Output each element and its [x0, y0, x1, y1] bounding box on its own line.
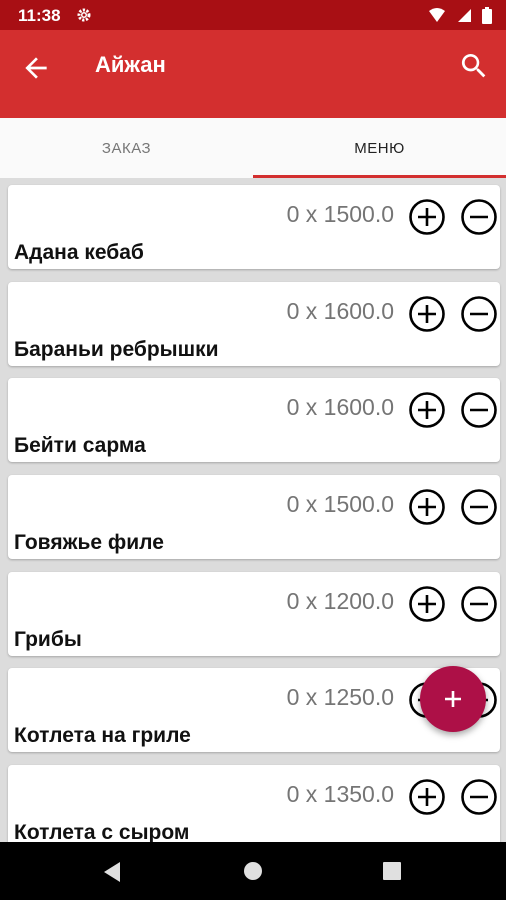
quantity-price: 0 x 1500.0 [286, 201, 394, 227]
menu-item-card[interactable]: 0 x 1500.0 Говяжье филе [8, 475, 500, 559]
gear-icon [76, 7, 92, 28]
back-button[interactable] [20, 52, 52, 84]
increase-button[interactable] [408, 198, 446, 236]
minus-circle-icon [461, 489, 497, 525]
menu-item-name: Котлета на гриле [14, 724, 191, 747]
decrease-button[interactable] [460, 488, 498, 526]
increase-button[interactable] [408, 488, 446, 526]
decrease-button[interactable] [460, 198, 498, 236]
add-fab-button[interactable] [420, 666, 486, 732]
menu-item-card[interactable]: 0 x 1600.0 Бейти сарма [8, 378, 500, 462]
nav-home-icon[interactable] [243, 861, 263, 886]
decrease-button[interactable] [460, 778, 498, 816]
plus-circle-icon [409, 296, 445, 332]
search-icon [461, 54, 486, 78]
quantity-price: 0 x 1600.0 [286, 394, 394, 420]
menu-item-name: Котлета с сыром [14, 821, 190, 842]
plus-icon [445, 691, 461, 707]
menu-item-card[interactable]: 0 x 1350.0 Котлета с сыром [8, 765, 500, 842]
minus-circle-icon [461, 779, 497, 815]
arrow-back-icon [25, 57, 47, 79]
menu-list[interactable]: 0 x 1500.0 Адана кебаб 0 x 1600.0 Барань… [0, 178, 506, 842]
plus-circle-icon [409, 392, 445, 428]
menu-item-card[interactable]: 0 x 1200.0 Грибы [8, 572, 500, 656]
app-bar: Айжан [0, 30, 506, 118]
system-nav-bar [0, 842, 506, 900]
search-button[interactable] [458, 50, 490, 82]
tab-order[interactable]: ЗАКАЗ [0, 118, 253, 178]
plus-circle-icon [409, 489, 445, 525]
nav-recent-icon[interactable] [383, 862, 401, 885]
signal-icon [456, 8, 472, 28]
quantity-price: 0 x 1500.0 [286, 491, 394, 517]
menu-item-name: Адана кебаб [14, 241, 144, 264]
minus-circle-icon [461, 392, 497, 428]
minus-circle-icon [461, 296, 497, 332]
tab-bar: ЗАКАЗ МЕНЮ [0, 118, 506, 178]
tab-menu[interactable]: МЕНЮ [253, 118, 506, 178]
quantity-price: 0 x 1250.0 [286, 684, 394, 710]
increase-button[interactable] [408, 295, 446, 333]
menu-item-name: Говяжье филе [14, 531, 164, 554]
plus-circle-icon [409, 586, 445, 622]
status-time: 11:38 [18, 6, 61, 25]
wifi-icon [428, 8, 446, 28]
plus-circle-icon [409, 779, 445, 815]
page-title: Айжан [95, 52, 166, 77]
increase-button[interactable] [408, 778, 446, 816]
menu-item-name: Бейти сарма [14, 434, 146, 457]
minus-circle-icon [461, 199, 497, 235]
plus-circle-icon [409, 199, 445, 235]
decrease-button[interactable] [460, 295, 498, 333]
quantity-price: 0 x 1350.0 [286, 781, 394, 807]
battery-icon [482, 7, 492, 29]
decrease-button[interactable] [460, 391, 498, 429]
increase-button[interactable] [408, 585, 446, 623]
menu-item-card[interactable]: 0 x 1500.0 Адана кебаб [8, 185, 500, 269]
nav-back-icon[interactable] [102, 861, 122, 888]
decrease-button[interactable] [460, 585, 498, 623]
menu-item-name: Грибы [14, 628, 82, 651]
menu-item-name: Бараньи ребрышки [14, 338, 219, 361]
quantity-price: 0 x 1200.0 [286, 588, 394, 614]
minus-circle-icon [461, 586, 497, 622]
increase-button[interactable] [408, 391, 446, 429]
status-bar: 11:38 [0, 0, 506, 30]
quantity-price: 0 x 1600.0 [286, 298, 394, 324]
menu-item-card[interactable]: 0 x 1600.0 Бараньи ребрышки [8, 282, 500, 366]
